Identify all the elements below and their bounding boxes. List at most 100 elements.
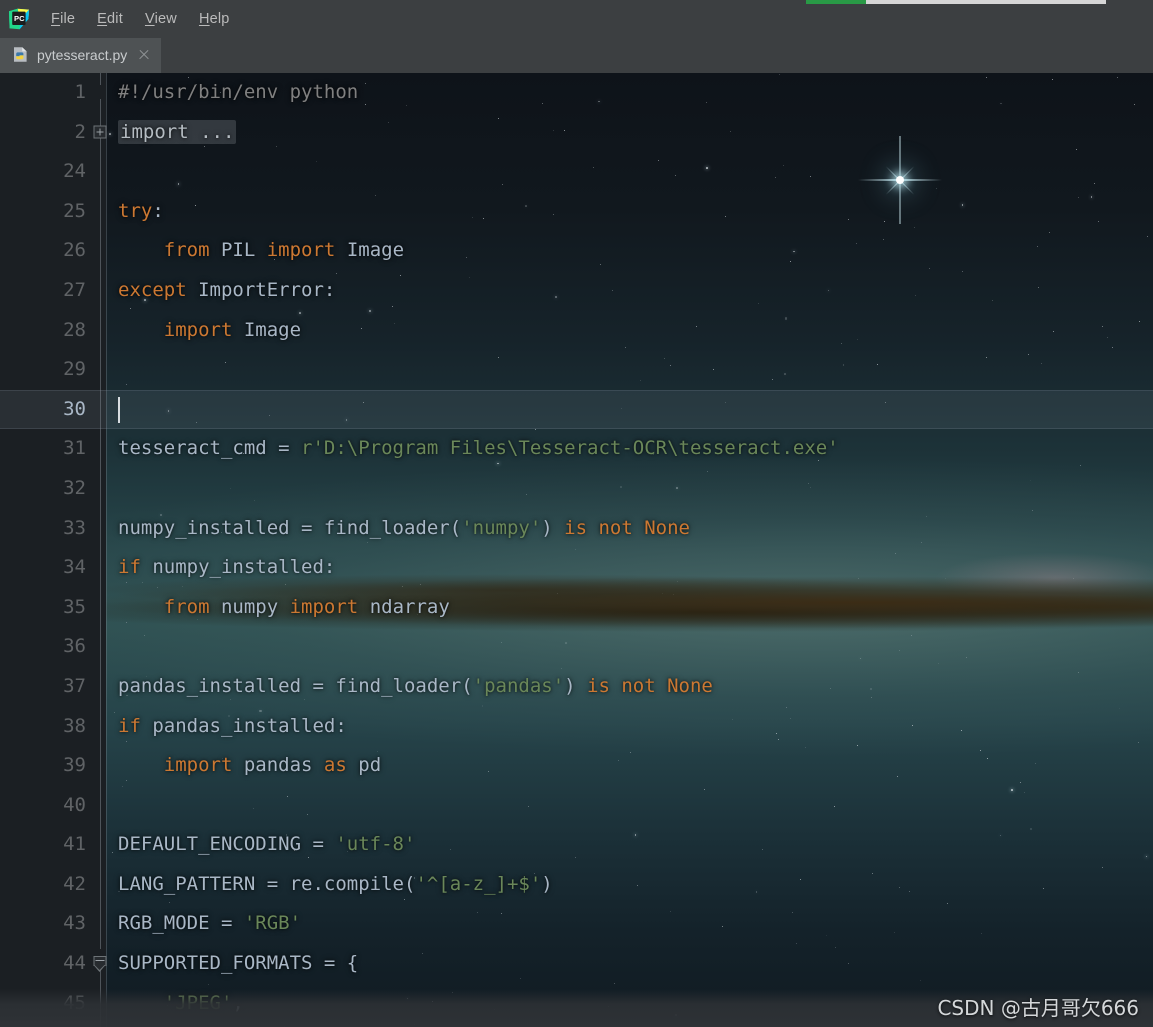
- pycharm-window: 1 #!/usr/bin/env python 2 import ... 24 25 try…: [0, 0, 1153, 1027]
- code-line[interactable]: 32: [0, 469, 1153, 509]
- code-line[interactable]: 34 if numpy_installed:: [0, 548, 1153, 588]
- line-number: 28: [63, 318, 86, 341]
- token-kw: as: [323, 754, 347, 777]
- menu-edit-mnemonic: E: [97, 11, 108, 27]
- line-number: 32: [63, 476, 86, 499]
- indent-guide-dot: [126, 384, 127, 386]
- code-line[interactable]: 29: [0, 350, 1153, 390]
- token-pln: [118, 239, 164, 261]
- code-editor[interactable]: 1 #!/usr/bin/env python 2 import ... 24 25 try…: [0, 73, 1153, 1027]
- token-pln: tesseract_cmd: [118, 437, 279, 460]
- menu-item-edit[interactable]: Edit: [86, 8, 134, 30]
- token-pln: SUPPORTED_FORMATS: [118, 952, 324, 975]
- pycharm-logo-icon: PC: [8, 8, 30, 30]
- token-pln: pd: [346, 754, 382, 777]
- token-kw: except: [118, 278, 187, 301]
- token-pun: :: [323, 556, 336, 579]
- token-str: 'RGB': [243, 912, 302, 935]
- code-line[interactable]: 33 numpy_installed = find_loader('numpy')…: [0, 509, 1153, 549]
- token-str: 'numpy': [461, 516, 542, 539]
- code-line[interactable]: 37 pandas_installed = find_loader('pandas…: [0, 667, 1153, 707]
- line-number: 35: [63, 595, 86, 618]
- code-line[interactable]: 1 #!/usr/bin/env python: [0, 73, 1153, 113]
- code-text: if numpy_installed:: [106, 548, 335, 588]
- editor-tab-bar: pytesseract.py: [0, 38, 1153, 73]
- token-pln: ): [564, 674, 588, 697]
- code-line[interactable]: 40: [0, 786, 1153, 826]
- line-number: 34: [63, 556, 86, 579]
- code-line[interactable]: 38 if pandas_installed:: [0, 707, 1153, 747]
- token-pun: =: [312, 833, 336, 856]
- token-pln: ): [541, 872, 553, 895]
- editor-tab-pytesseract[interactable]: pytesseract.py: [0, 38, 162, 73]
- menu-help-mnemonic: H: [198, 11, 210, 27]
- line-number: 36: [63, 635, 86, 658]
- token-pln: Image: [232, 318, 302, 341]
- line-number: 43: [63, 912, 86, 935]
- code-line[interactable]: 2 import ...: [0, 113, 1153, 153]
- code-text: except ImportError:: [106, 271, 335, 311]
- code-line[interactable]: 43 RGB_MODE = 'RGB': [0, 904, 1153, 944]
- line-number: 26: [63, 239, 86, 262]
- menu-view-rest: iew: [154, 11, 177, 27]
- line-number: 2: [74, 120, 86, 143]
- token-str: 'pandas': [472, 674, 565, 697]
- token-kw: import: [163, 754, 233, 777]
- token-kw: from: [163, 239, 210, 262]
- line-number: 33: [63, 516, 86, 539]
- token-kw: import: [266, 239, 336, 262]
- fold-collapse-icon[interactable]: [93, 955, 107, 972]
- token-pun: :: [335, 714, 347, 737]
- code-line[interactable]: 35 from numpy import ndarray: [0, 588, 1153, 628]
- token-pun: =: [301, 516, 324, 539]
- token-kw: if: [118, 556, 141, 579]
- token-pln: find_loader(: [323, 516, 462, 539]
- token-pln: ndarray: [358, 595, 450, 618]
- code-line[interactable]: 39 import pandas as pd: [0, 746, 1153, 786]
- fold-expand-icon[interactable]: [93, 125, 107, 139]
- code-text: tesseract_cmd = r'D:\Program Files\Tesse…: [106, 429, 839, 469]
- code-line[interactable]: 31 tesseract_cmd = r'D:\Program Files\Tes…: [0, 429, 1153, 469]
- code-line[interactable]: 24: [0, 152, 1153, 192]
- code-text: SUPPORTED_FORMATS = {: [106, 944, 358, 984]
- token-pln: pandas_installed: [118, 674, 313, 697]
- menu-item-view[interactable]: View: [134, 8, 188, 30]
- line-number: 1: [74, 81, 86, 103]
- token-pln: numpy: [209, 595, 290, 618]
- code-lines[interactable]: 1 #!/usr/bin/env python 2 import ... 24 25 try…: [0, 73, 1153, 1027]
- line-number: 44: [63, 952, 86, 975]
- menu-help-rest: elp: [209, 11, 230, 27]
- menu-file-mnemonic: F: [51, 11, 61, 27]
- code-line[interactable]: 36: [0, 627, 1153, 667]
- code-text: DEFAULT_ENCODING = 'utf-8': [106, 825, 415, 865]
- code-line[interactable]: 30: [0, 389, 1153, 430]
- code-text: try:: [106, 192, 164, 232]
- menu-item-file[interactable]: File: [40, 8, 86, 30]
- token-str: '^[a-z_]+$': [415, 872, 542, 895]
- csdn-watermark: CSDN @古月哥欠666: [937, 996, 1139, 1020]
- indent-guide-dot: [126, 740, 127, 742]
- code-line[interactable]: 44 SUPPORTED_FORMATS = {: [0, 944, 1153, 984]
- token-pun: =: [312, 674, 336, 697]
- token-pln: LANG_PATTERN: [118, 872, 267, 895]
- token-kw: from: [163, 595, 210, 618]
- code-line[interactable]: 42 LANG_PATTERN = re.compile('^[a-z_]+$'): [0, 865, 1153, 905]
- token-pln: pandas: [232, 754, 324, 777]
- line-number: 31: [63, 437, 86, 460]
- line-number: 27: [63, 278, 86, 301]
- code-text: #!/usr/bin/env python: [106, 73, 358, 113]
- code-text: pandas_installed = find_loader('pandas')…: [106, 667, 713, 707]
- token-kw: is not None: [564, 516, 691, 539]
- close-icon[interactable]: [137, 48, 151, 62]
- code-line[interactable]: 25 try:: [0, 192, 1153, 232]
- menu-item-help[interactable]: Help: [188, 8, 241, 30]
- code-line[interactable]: 41 DEFAULT_ENCODING = 'utf-8': [0, 825, 1153, 865]
- code-line[interactable]: 28 import Image: [0, 311, 1153, 351]
- code-line[interactable]: 27 except ImportError:: [0, 271, 1153, 311]
- code-text: from numpy import ndarray: [106, 588, 450, 628]
- token-pln: pandas_installed: [140, 714, 336, 737]
- line-number: 24: [63, 160, 86, 183]
- code-line[interactable]: 26 from PIL import Image: [0, 231, 1153, 271]
- folded-import-region[interactable]: import ...: [118, 119, 237, 144]
- token-kw: import: [289, 595, 359, 618]
